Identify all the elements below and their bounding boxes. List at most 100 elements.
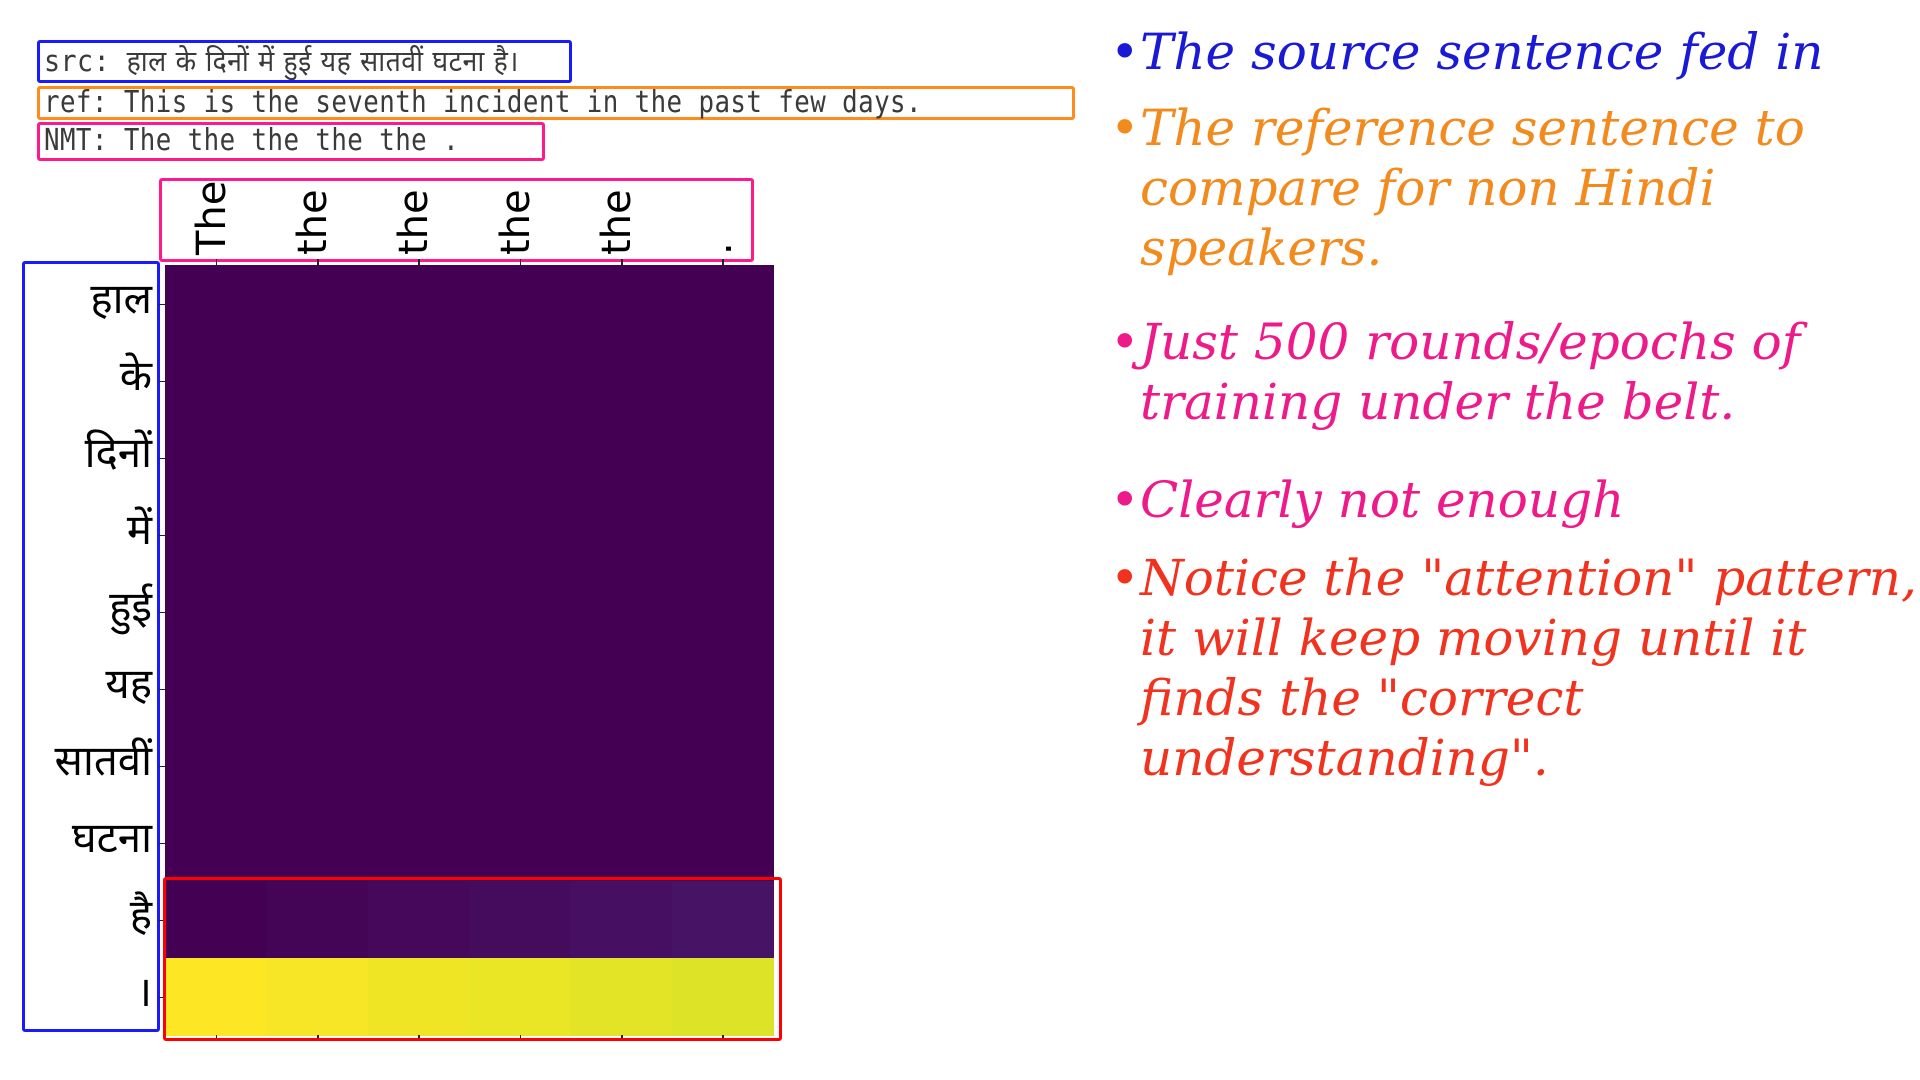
note-line: finds the "correct <box>1110 668 1583 728</box>
heatmap-cell <box>266 419 369 497</box>
heatmap-cell <box>165 419 267 497</box>
nmt-text: The the the the the . <box>123 123 460 158</box>
x-tick-label-text: . <box>695 242 742 255</box>
note-line: compare for non Hindi <box>1110 158 1715 218</box>
y-tick-label: हाल <box>90 273 152 323</box>
heatmap-cell <box>266 573 369 651</box>
heatmap-cell <box>469 573 571 651</box>
note-text: The source sentence fed in <box>1140 23 1824 81</box>
heatmap-cell <box>469 496 571 574</box>
x-tick-mark <box>722 259 724 265</box>
x-tick-label-text: the <box>594 189 640 255</box>
y-tick-label: दिनों <box>84 427 152 477</box>
note-line: it will keep moving until it <box>1110 608 1806 668</box>
note-text: Just 500 rounds/epochs of <box>1140 313 1801 371</box>
note-text: compare for non Hindi <box>1140 159 1716 217</box>
heatmap-cell <box>266 804 369 882</box>
bullet-icon: • <box>1110 471 1140 529</box>
heatmap-cell <box>367 650 470 728</box>
heatmap-cell <box>570 727 673 805</box>
ref-text: This is the seventh incident in the past… <box>123 85 922 120</box>
x-tick-label-text: the <box>391 189 438 255</box>
x-tick-mark <box>418 259 420 265</box>
x-tick-mark <box>215 259 218 265</box>
note-line: speakers. <box>1110 218 1382 278</box>
y-tick-label: के <box>119 350 152 400</box>
ref-label: ref: <box>44 85 108 120</box>
heatmap-cell <box>469 419 571 497</box>
heatmap-cell <box>367 804 470 882</box>
y-tick-mark <box>159 303 165 305</box>
y-tick-mark <box>159 611 165 613</box>
y-tick-mark <box>159 765 165 767</box>
note-text: finds the "correct <box>1140 669 1584 727</box>
x-tick-mark <box>317 259 319 265</box>
y-tick-label: यह <box>105 658 152 708</box>
heatmap-cell <box>165 804 267 882</box>
heatmap-cell <box>671 265 774 343</box>
y-tick-label: । <box>136 966 152 1016</box>
x-tick-label-text: The <box>188 180 235 255</box>
heatmap-cell <box>671 650 774 728</box>
src-text: हाल के दिनों में हुई यह सातवीं घटना है। <box>126 44 519 78</box>
note-line-first: •Clearly not enough <box>1110 470 1624 530</box>
heatmap-cell <box>469 265 571 343</box>
ref-sentence: ref: This is the seventh incident in the… <box>44 86 922 120</box>
heatmap-cell <box>671 496 774 574</box>
note-text: Clearly not enough <box>1140 471 1625 529</box>
heatmap-cell <box>469 650 571 728</box>
heatmap-cell <box>367 573 470 651</box>
heatmap-cell <box>570 650 673 728</box>
heatmap-cell <box>266 265 369 343</box>
note-text: it will keep moving until it <box>1140 609 1807 667</box>
nmt-label: NMT: <box>44 123 108 158</box>
note-line-first: •Notice the "attention" pattern, <box>1110 548 1917 608</box>
heatmap-cell <box>570 342 673 420</box>
y-tick-mark <box>159 457 165 459</box>
heatmap-cell <box>570 419 673 497</box>
column-labels-highlight-box <box>159 178 754 262</box>
bullet-icon: • <box>1110 313 1140 371</box>
y-tick-mark <box>159 842 165 844</box>
heatmap-cell <box>367 496 470 574</box>
heatmap-cell <box>266 496 369 574</box>
y-tick-label: घटना <box>71 812 152 862</box>
note-line: training under the belt. <box>1110 372 1735 432</box>
heatmap-cell <box>165 650 267 728</box>
heatmap-cell <box>165 342 267 420</box>
heatmap-cell <box>570 265 673 343</box>
heatmap-cell <box>367 727 470 805</box>
heatmap-cell <box>367 342 470 420</box>
note-line-first: •Just 500 rounds/epochs of <box>1110 312 1800 372</box>
bullet-icon: • <box>1110 23 1140 81</box>
heatmap-cell <box>671 727 774 805</box>
y-tick-mark <box>159 688 165 690</box>
bullet-icon: • <box>1110 549 1140 607</box>
note-text: The reference sentence to <box>1140 99 1805 157</box>
heatmap-cell <box>570 804 673 882</box>
src-label: src: <box>44 44 111 78</box>
y-tick-label: हुई <box>109 581 152 631</box>
x-tick-label-text: the <box>492 189 539 255</box>
heatmap-cell <box>469 727 571 805</box>
note-text: Notice the "attention" pattern, <box>1140 549 1917 607</box>
src-sentence: src: हाल के दिनों में हुई यह सातवीं घटना… <box>44 44 519 78</box>
note-text: training under the belt. <box>1140 373 1736 431</box>
heatmap-cell <box>570 496 673 574</box>
heatmap-cell <box>367 265 470 343</box>
heatmap-cell <box>469 342 571 420</box>
y-tick-label: में <box>126 504 152 554</box>
heatmap-cell <box>165 496 267 574</box>
note-text: speakers. <box>1140 219 1383 277</box>
heatmap-cell <box>165 573 267 651</box>
heatmap-cell <box>671 342 774 420</box>
heatmap-cell <box>671 804 774 882</box>
x-tick-label-text: the <box>290 189 336 255</box>
heatmap-cell <box>266 727 369 805</box>
heatmap-cell <box>266 342 369 420</box>
heatmap-cell <box>671 419 774 497</box>
heatmap-cell <box>671 573 774 651</box>
heatmap-cell <box>469 804 571 882</box>
heatmap-cell <box>165 727 267 805</box>
heatmap-cell <box>570 573 673 651</box>
